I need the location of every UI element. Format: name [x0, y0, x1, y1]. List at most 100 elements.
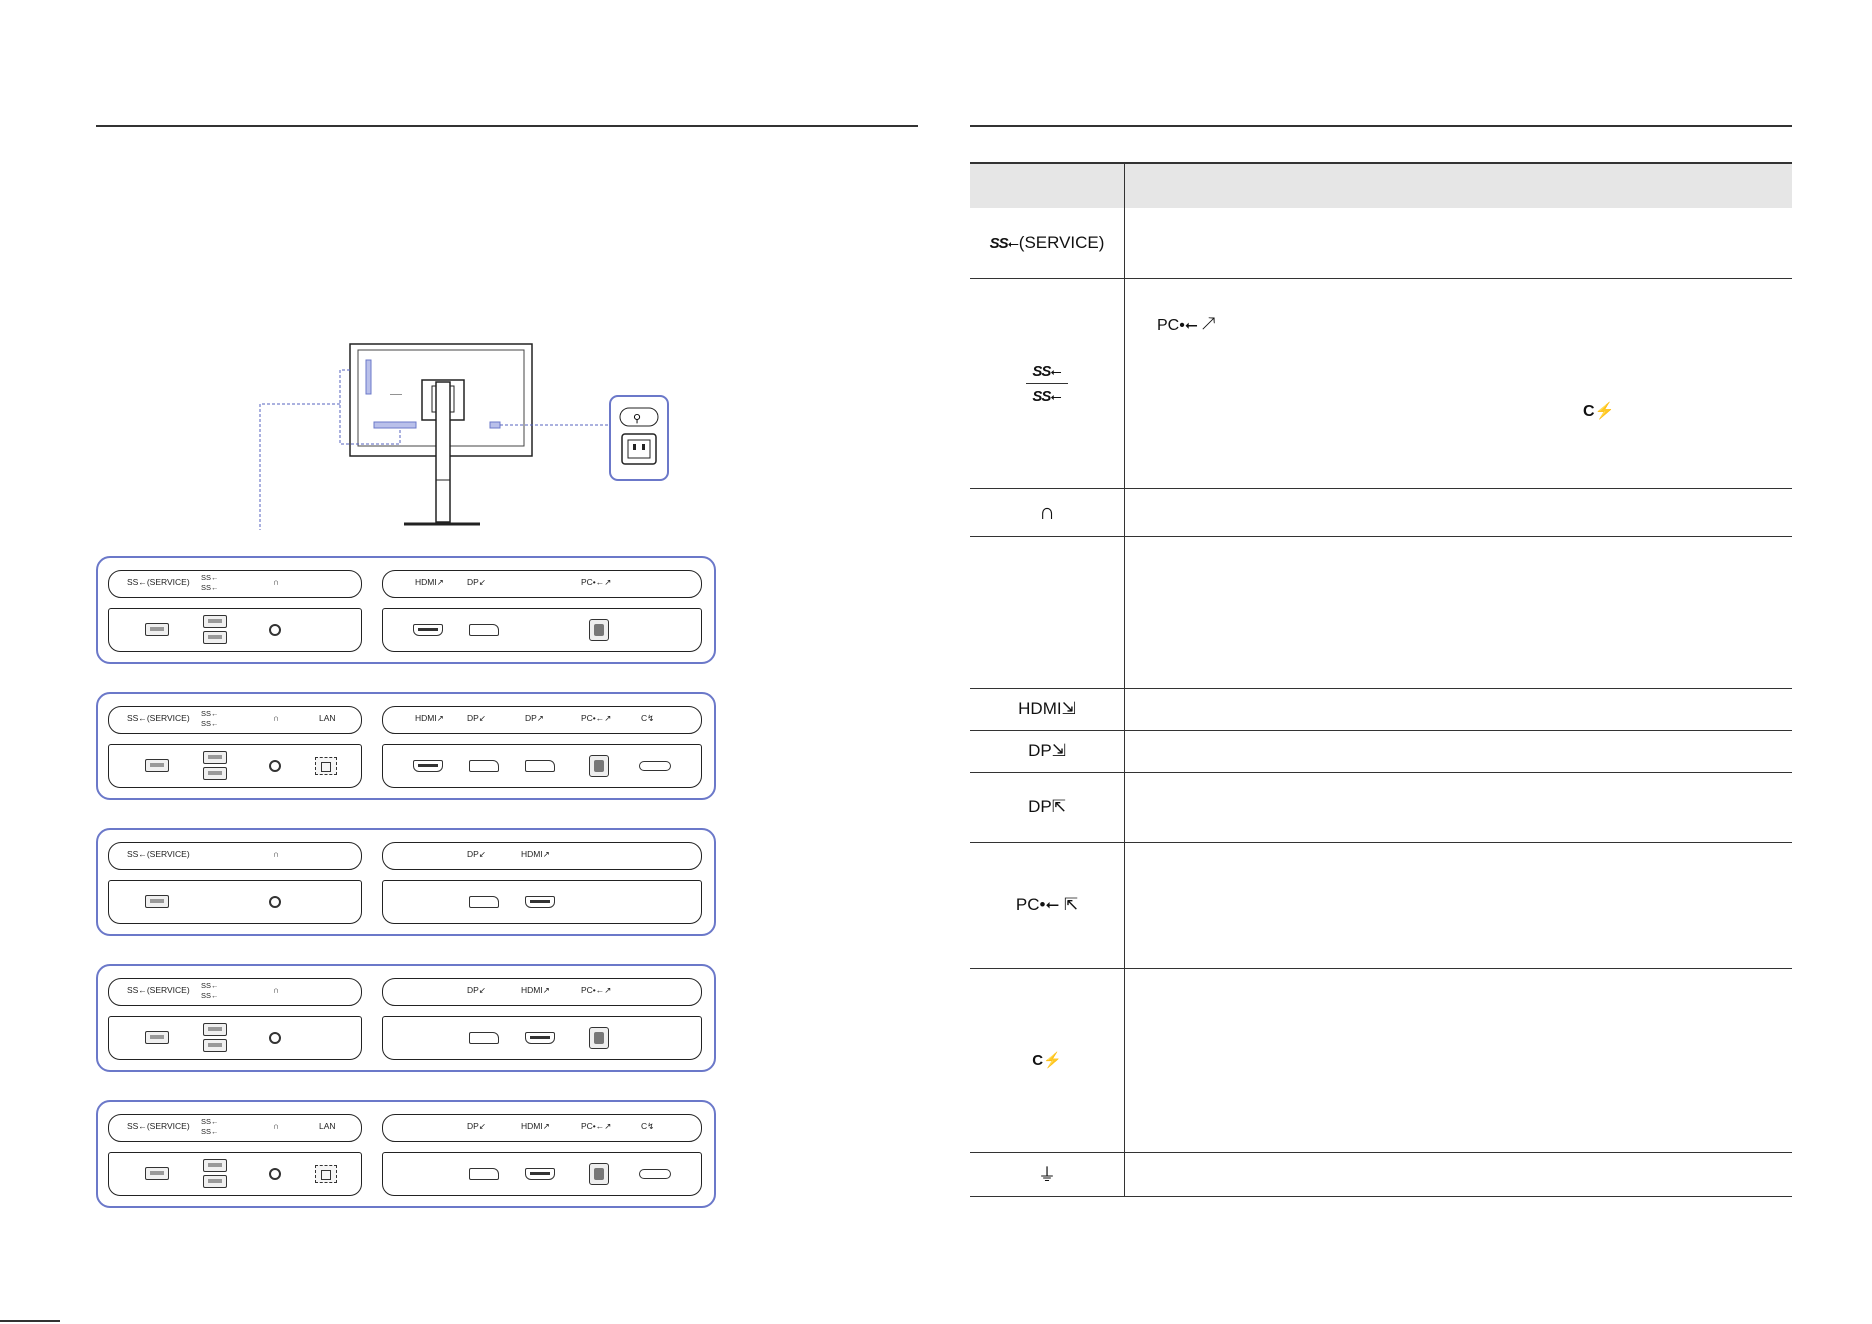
- usb-downstream-port-2[interactable]: [203, 631, 227, 644]
- dp-in-port[interactable]: [469, 1032, 499, 1044]
- label-pc: PC•←↗: [581, 1121, 612, 1131]
- headphone-jack[interactable]: [269, 624, 281, 636]
- dp-in-port[interactable]: [469, 1168, 499, 1180]
- table-header-description: [1124, 162, 1792, 208]
- headphone-jack[interactable]: [269, 896, 281, 908]
- port-dp-in-cell: DP⇲: [970, 730, 1125, 773]
- usb-service-port[interactable]: [145, 623, 169, 636]
- label-lan: LAN: [319, 1121, 336, 1131]
- description-cell: [1124, 688, 1792, 731]
- hdmi-port[interactable]: [413, 624, 443, 636]
- usb-downstream-port-1[interactable]: [203, 751, 227, 764]
- usb-upstream-port[interactable]: [589, 1027, 609, 1049]
- port-lan-cell: [970, 536, 1125, 689]
- label-dp-in: DP↙: [467, 577, 486, 587]
- table-row: SS⭠ SS⭠ PC•⭠ ↗ C⚡: [970, 278, 1792, 489]
- headphone-jack[interactable]: [269, 760, 281, 772]
- label-bar-right: DP↙ HDMI↗ PC•←↗ C↯: [382, 1114, 702, 1142]
- label-hdmi: HDMI↗: [521, 1121, 550, 1131]
- label-usb-ss: SS← SS←: [201, 709, 219, 728]
- dp-out-port[interactable]: [525, 760, 555, 772]
- port-bar-right: [382, 1016, 702, 1060]
- usb-upstream-port[interactable]: [589, 755, 609, 777]
- label-hdmi: HDMI↗: [521, 985, 550, 995]
- dp-in-port[interactable]: [469, 760, 499, 772]
- label-bar-right: DP↙ HDMI↗ PC•←↗: [382, 978, 702, 1006]
- label-dp-out: DP↗: [525, 713, 544, 723]
- port-bar-right: [382, 608, 702, 652]
- hdmi-port[interactable]: [525, 1168, 555, 1180]
- table-row: ∩: [970, 488, 1792, 537]
- usb-c-power-icon: C⚡: [970, 968, 1125, 1153]
- usb-service-port[interactable]: [145, 759, 169, 772]
- label-pc: PC•←↗: [581, 713, 612, 723]
- hdmi-port[interactable]: [525, 1032, 555, 1044]
- description-cell: [1124, 842, 1792, 969]
- label-bar-left: SS←(SERVICE) SS← SS← ∩ LAN: [108, 1114, 362, 1142]
- usb-upstream-port[interactable]: [589, 619, 609, 641]
- description-cell: [1124, 208, 1792, 279]
- usb-c-port[interactable]: [639, 761, 671, 771]
- usb-upstream-port[interactable]: [589, 1163, 609, 1185]
- label-bar-left: SS←(SERVICE) SS← SS← ∩: [108, 570, 362, 598]
- usb-icon: ⭠: [1007, 234, 1019, 251]
- side-port-highlight: [365, 359, 372, 395]
- usb-service-port[interactable]: [145, 1167, 169, 1180]
- usb-downstream-port-1[interactable]: [203, 615, 227, 628]
- usb-downstream-port-1[interactable]: [203, 1023, 227, 1036]
- hdmi-port[interactable]: [413, 760, 443, 772]
- port-panel-2: SS←(SERVICE) SS← SS← ∩ LAN HDMI↗ DP↙ DP↗ …: [96, 692, 716, 800]
- table-row: [970, 536, 1792, 689]
- headphone-jack[interactable]: [269, 1168, 281, 1180]
- label-bar-right: DP↙ HDMI↗: [382, 842, 702, 870]
- usb-downstream-port-2[interactable]: [203, 1039, 227, 1052]
- port-panel-1: SS←(SERVICE) SS← SS← ∩ HDMI↗ DP↙ PC•←↗: [96, 556, 716, 664]
- pc-usb-upstream-icon: PC•⭠ ↗: [1157, 316, 1215, 334]
- port-panel-4: SS←(SERVICE) SS← SS← ∩ DP↙ HDMI↗ PC•←↗: [96, 964, 716, 1072]
- description-cell: [1124, 968, 1792, 1153]
- lan-port[interactable]: [315, 1165, 337, 1183]
- label-hdmi: HDMI↗: [415, 577, 444, 587]
- label-bar-left: SS←(SERVICE) SS← SS← ∩ LAN: [108, 706, 362, 734]
- left-header-rule: [96, 125, 918, 127]
- label-bar-left: SS←(SERVICE) SS← SS← ∩: [108, 978, 362, 1006]
- label-bar-right: HDMI↗ DP↙ PC•←↗: [382, 570, 702, 598]
- port-bar-left: [108, 744, 362, 788]
- label-usb-service: SS←(SERVICE): [127, 1121, 190, 1131]
- description-cell: [1124, 488, 1792, 537]
- usb-service-port[interactable]: [145, 895, 169, 908]
- usb-c-port[interactable]: [639, 1169, 671, 1179]
- usb-downstream-port-2[interactable]: [203, 767, 227, 780]
- description-cell: [1124, 536, 1792, 689]
- port-table: SS⭠(SERVICE) SS⭠ SS⭠ PC•⭠ ↗ C⚡ ∩ HDMI⇲ D…: [970, 162, 1792, 1197]
- headphone-icon: ∩: [273, 713, 280, 723]
- port-panel-5: SS←(SERVICE) SS← SS← ∩ LAN DP↙ HDMI↗ PC•←…: [96, 1100, 716, 1208]
- dp-in-port[interactable]: [469, 624, 499, 636]
- table-row: HDMI⇲: [970, 688, 1792, 731]
- bottom-port-highlight: [373, 421, 417, 429]
- headphone-jack[interactable]: [269, 1032, 281, 1044]
- table-row: PC•⭠ ⇱: [970, 842, 1792, 969]
- output-icon: ⇱: [1051, 797, 1066, 816]
- table-row: DP⇱: [970, 772, 1792, 843]
- label-usb-service: SS←(SERVICE): [127, 985, 190, 995]
- label-hdmi: HDMI↗: [415, 713, 444, 723]
- port-bar-right: [382, 744, 702, 788]
- usb-service-port[interactable]: [145, 1031, 169, 1044]
- label-dp-in: DP↙: [467, 1121, 486, 1131]
- lan-port[interactable]: [315, 757, 337, 775]
- stand-neck: [435, 381, 451, 523]
- label-usb-service: SS←(SERVICE): [127, 577, 190, 587]
- label-usb-ss: SS← SS←: [201, 573, 219, 592]
- headphone-icon: ∩: [273, 985, 280, 995]
- usb-downstream-port-2[interactable]: [203, 1175, 227, 1188]
- description-cell: [1124, 730, 1792, 773]
- dp-in-port[interactable]: [469, 896, 499, 908]
- hdmi-port[interactable]: [525, 896, 555, 908]
- input-icon: ⇲: [1051, 741, 1066, 760]
- usb-c-power-icon: C⚡: [1583, 402, 1615, 420]
- table-header-port: [970, 162, 1125, 208]
- headphone-icon: ∩: [273, 577, 280, 587]
- svg-text:——: ——: [390, 392, 402, 398]
- usb-downstream-port-1[interactable]: [203, 1159, 227, 1172]
